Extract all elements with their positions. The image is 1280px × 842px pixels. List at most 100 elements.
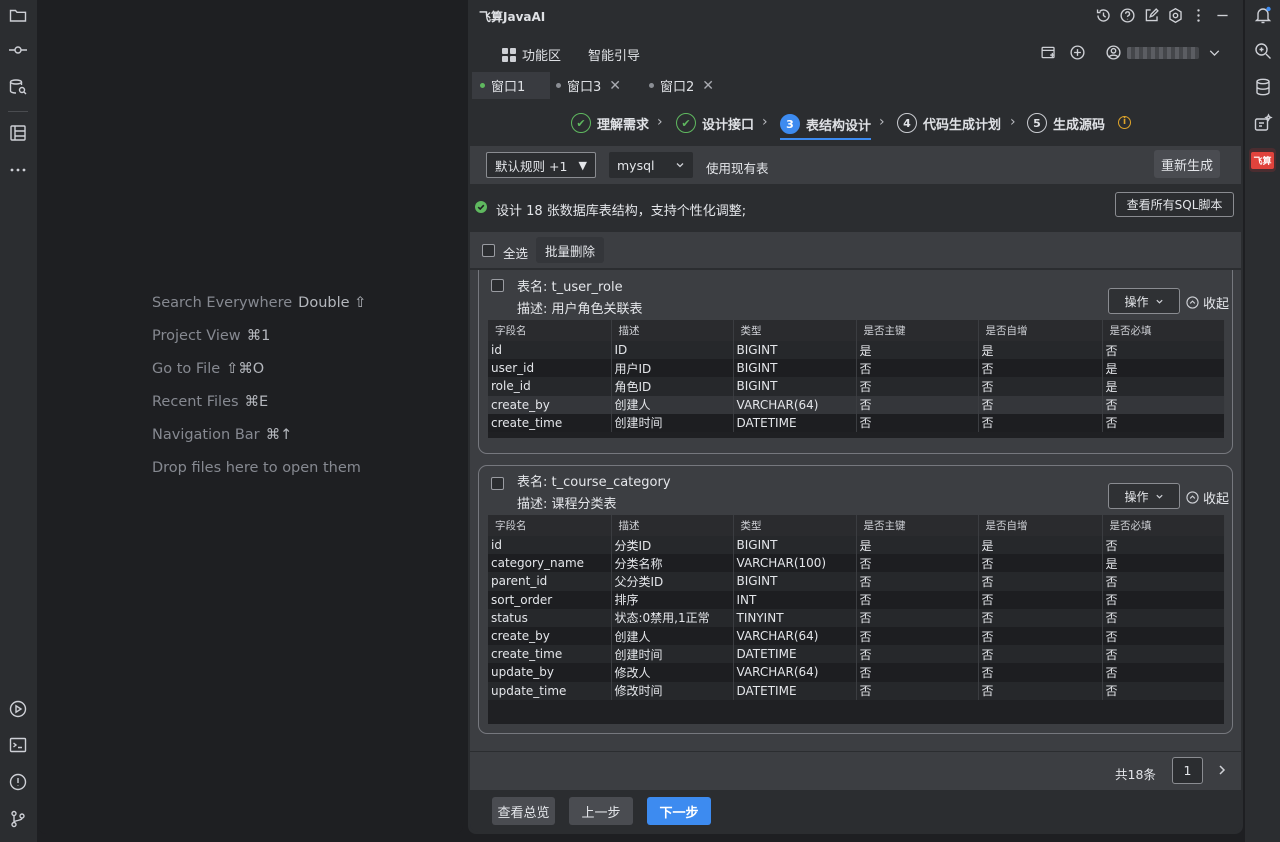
chevron-down-icon (1155, 299, 1163, 304)
tab-window-3[interactable]: 窗口3 ✕ (548, 72, 629, 99)
problems-icon[interactable] (8, 772, 28, 792)
field-table: 字段名 描述 类型 是否主键 是否自增 是否必填 id 分类ID BIGINT 是是否… (488, 515, 1225, 724)
view-overview-button[interactable]: 查看总览 (492, 797, 555, 825)
user-avatar-icon[interactable] (1105, 44, 1122, 61)
chevron-up-circle-icon (1186, 491, 1199, 504)
editor-empty-area[interactable]: Search Everywhere Double ⇧ Project View ⌘1… (38, 0, 463, 834)
history-icon[interactable] (1095, 7, 1112, 24)
table-card-list[interactable]: 表名: t_user_role 描述: 用户角色关联表 操作 收起 字段名 描述… (470, 270, 1241, 751)
operation-dropdown[interactable]: 操作 (1108, 483, 1180, 509)
use-existing-tables[interactable]: 使用现有表 (706, 158, 769, 177)
new-window-icon[interactable] (1040, 44, 1057, 61)
next-page-chevron-icon[interactable] (1216, 763, 1228, 777)
pagination: 共18条 1 (470, 752, 1241, 790)
step-understand-requirements[interactable]: ✔ 理解需求 (571, 110, 649, 136)
step-table-design[interactable]: 3 表结构设计 (780, 110, 872, 140)
database-icon[interactable] (1253, 77, 1273, 97)
git-branch-icon[interactable] (8, 809, 28, 829)
ai-assistant-icon[interactable] (1253, 113, 1273, 133)
table-row[interactable]: user_id 用户ID BIGINT 否否是 (488, 359, 1225, 378)
step-code-plan[interactable]: 4 代码生成计划 (897, 110, 1001, 136)
toolbar-separator (8, 111, 28, 112)
table-row[interactable]: id ID BIGINT 是是否 (488, 341, 1225, 360)
collapse-toggle[interactable]: 收起 (1186, 488, 1229, 507)
database-search-icon[interactable] (8, 77, 28, 97)
step-check-icon: ✔ (676, 113, 696, 133)
commit-icon[interactable] (8, 40, 28, 60)
page-number-button[interactable]: 1 (1172, 757, 1203, 784)
table-row[interactable]: create_time 创建时间 DATETIME 否否否 (488, 413, 1225, 432)
table-description: 描述: 课程分类表 (517, 497, 617, 512)
table-row[interactable]: update_by 修改人 VARCHAR(64) 否否否 (488, 663, 1225, 682)
col-header: 描述 (611, 515, 734, 536)
close-icon[interactable]: ✕ (702, 78, 714, 94)
database-select[interactable]: mysql (609, 152, 693, 178)
col-header: 字段名 (488, 515, 612, 536)
col-header: 是否自增 (978, 320, 1103, 341)
regenerate-button[interactable]: 重新生成 (1154, 150, 1220, 178)
left-tool-strip (0, 0, 37, 842)
step-number: 5 (1027, 113, 1047, 133)
help-icon[interactable] (1119, 7, 1136, 24)
select-all-checkbox[interactable] (482, 244, 495, 257)
notification-icon[interactable] (1253, 5, 1273, 25)
ai-chat-icon[interactable] (1253, 41, 1273, 61)
tab-window-1[interactable]: 窗口1 (472, 72, 550, 99)
table-row[interactable]: create_time 创建时间 DATETIME 否否否 (488, 645, 1225, 664)
table-row[interactable]: id 分类ID BIGINT 是是否 (488, 536, 1225, 555)
batch-delete-button[interactable]: 批量删除 (536, 237, 604, 263)
table-row[interactable]: category_name 分类名称 VARCHAR(100) 否否是 (488, 554, 1225, 573)
settings-icon[interactable] (1167, 7, 1184, 24)
collapse-toggle[interactable]: 收起 (1186, 293, 1229, 312)
col-header: 类型 (733, 515, 857, 536)
nav-smart-guide[interactable]: 智能引导 (588, 45, 640, 64)
close-icon[interactable]: ✕ (609, 78, 621, 94)
minimize-icon[interactable] (1214, 7, 1231, 24)
hint-navigation-bar: Navigation Bar ⌘↑ (152, 427, 293, 443)
table-row[interactable]: create_by 创建人 VARCHAR(64) 否否否 (488, 626, 1225, 646)
chevron-down-icon[interactable] (1206, 44, 1223, 61)
table-row[interactable]: status 状态:0禁用,1正常 TINYINT 否否否 (488, 608, 1225, 627)
table-card-checkbox[interactable] (491, 477, 504, 490)
step-design-api[interactable]: ✔ 设计接口 (676, 110, 754, 136)
success-check-icon (475, 201, 487, 213)
feisuan-plugin-button[interactable]: 飞算 (1249, 148, 1276, 172)
tab-window-2[interactable]: 窗口2 ✕ (641, 72, 722, 99)
edit-icon[interactable] (1143, 7, 1160, 24)
table-row[interactable]: update_time 修改时间 DATETIME 否否否 (488, 681, 1225, 700)
col-header: 类型 (733, 320, 857, 341)
table-header-row: 字段名 描述 类型 是否主键 是否自增 是否必填 (488, 320, 1225, 341)
info-warning-icon[interactable]: i (1118, 116, 1131, 129)
tab-status-dot (649, 83, 654, 88)
table-description: 描述: 用户角色关联表 (517, 302, 643, 317)
more-icon[interactable] (8, 160, 28, 180)
chevron-right-icon: › (762, 114, 768, 130)
hint-drop-files: Drop files here to open them (152, 460, 361, 476)
previous-step-button[interactable]: 上一步 (569, 797, 633, 825)
chevron-up-circle-icon (1186, 296, 1199, 309)
run-icon[interactable] (8, 699, 28, 719)
table-row[interactable]: role_id 角色ID BIGINT 否否是 (488, 377, 1225, 396)
selection-row: 全选 批量删除 (470, 232, 1241, 268)
rule-select[interactable]: 默认规则 +1 ▼ (486, 152, 596, 178)
table-card-checkbox[interactable] (491, 279, 504, 292)
chevron-right-icon: › (1010, 114, 1016, 130)
terminal-icon[interactable] (8, 735, 28, 755)
structure-icon[interactable] (8, 123, 28, 143)
table-row[interactable]: create_by 创建人 VARCHAR(64) 否否否 (488, 395, 1225, 414)
folder-icon[interactable] (8, 5, 28, 25)
more-vertical-icon[interactable] (1190, 7, 1207, 24)
select-all-label[interactable]: 全选 (503, 243, 528, 262)
table-row[interactable]: parent_id 父分类ID BIGINT 否否否 (488, 572, 1225, 591)
operation-dropdown[interactable]: 操作 (1108, 288, 1180, 314)
hint-search-everywhere: Search Everywhere Double ⇧ (152, 295, 367, 311)
step-generate-source[interactable]: 5 生成源码 (1027, 110, 1105, 136)
view-all-sql-button[interactable]: 查看所有SQL脚本 (1115, 192, 1234, 217)
grid-icon (502, 47, 516, 62)
next-step-button[interactable]: 下一步 (647, 797, 711, 825)
nav-function-area[interactable]: 功能区 (502, 45, 561, 64)
table-card-t-course-category: 表名: t_course_category 描述: 课程分类表 操作 收起 字段… (478, 465, 1233, 734)
table-row[interactable]: sort_order 排序 INT 否否否 (488, 590, 1225, 609)
hint-go-to-file: Go to File ⇧⌘O (152, 361, 265, 377)
add-circle-icon[interactable] (1069, 44, 1086, 61)
